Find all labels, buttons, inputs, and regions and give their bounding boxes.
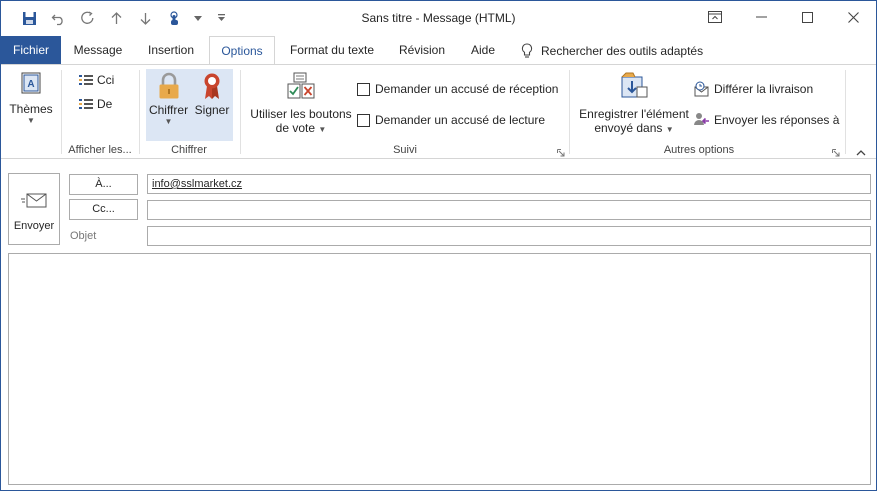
tell-me-search[interactable]: Rechercher des outils adaptés — [521, 36, 703, 65]
group-separator — [240, 70, 241, 154]
from-toggle-button[interactable]: De — [79, 97, 112, 111]
cc-button[interactable]: Cc... — [69, 199, 138, 220]
lightbulb-icon — [521, 42, 533, 58]
subject-label: Objet — [70, 230, 97, 242]
read-receipt-check[interactable] — [357, 114, 370, 128]
themes-label: Thèmes — [9, 102, 53, 116]
save-sent-folder-icon — [621, 72, 648, 98]
voting-label-line2: de vote — [275, 121, 316, 135]
direct-replies-label: Envoyer les réponses à — [714, 113, 840, 127]
sign-button[interactable]: Signer — [191, 69, 233, 141]
to-field[interactable]: info@sslmarket.cz — [147, 174, 871, 194]
voting-dropdown-icon: ▼ — [318, 125, 327, 134]
tracking-dialog-launcher-icon[interactable] — [557, 146, 565, 160]
from-label: De — [97, 97, 113, 111]
delivery-receipt-checkbox[interactable]: Demander un accusé de réception — [357, 82, 559, 97]
cc-field[interactable] — [147, 200, 871, 220]
certificate-ribbon-icon — [204, 73, 220, 99]
reply-person-icon — [694, 113, 709, 125]
delivery-receipt-label: Demander un accusé de réception — [375, 82, 559, 96]
encrypt-button[interactable]: Chiffrer ▼ — [146, 69, 191, 141]
group-separator — [845, 70, 846, 154]
tab-insert[interactable]: Insertion — [139, 36, 203, 65]
svg-text:A: A — [27, 79, 34, 90]
send-envelope-icon — [21, 193, 47, 208]
voting-label-line1: Utiliser les boutons — [250, 107, 352, 121]
list-fields-icon — [79, 75, 93, 85]
send-label: Envoyer — [13, 220, 55, 232]
ribbon-display-options-icon[interactable] — [692, 1, 738, 33]
save-sent-item-button[interactable]: Enregistrer l'élément envoyé dans ▼ — [577, 71, 691, 143]
collapse-ribbon-icon[interactable] — [856, 145, 866, 159]
group-separator — [139, 70, 140, 154]
subject-field[interactable] — [147, 226, 871, 246]
bcc-label: Cci — [97, 73, 115, 87]
more-options-group-label: Autres options — [663, 144, 735, 156]
themes-dropdown-icon: ▼ — [27, 116, 35, 125]
to-recipient[interactable]: info@sslmarket.cz — [152, 178, 242, 190]
themes-icon: A — [21, 72, 41, 94]
tab-help[interactable]: Aide — [463, 36, 503, 65]
delay-delivery-label: Différer la livraison — [714, 82, 814, 96]
lock-icon — [159, 72, 178, 99]
encrypt-group-label: Chiffrer — [171, 144, 207, 156]
clock-envelope-icon — [694, 81, 709, 97]
tab-options[interactable]: Options — [209, 36, 275, 66]
sign-label: Signer — [194, 103, 230, 117]
voting-icon — [287, 72, 315, 99]
minimize-icon[interactable] — [738, 1, 784, 33]
encrypt-dropdown-icon: ▼ — [164, 117, 173, 126]
voting-buttons-button[interactable]: Utiliser les boutons de vote ▼ — [247, 71, 355, 143]
maximize-icon[interactable] — [784, 1, 830, 33]
to-button[interactable]: À... — [69, 174, 138, 195]
message-body[interactable] — [8, 253, 871, 485]
show-fields-group-label: Afficher les... — [68, 144, 132, 156]
delay-delivery-button[interactable]: Différer la livraison — [694, 81, 813, 97]
tab-message[interactable]: Message — [67, 36, 129, 65]
save-sent-dropdown-icon: ▼ — [665, 125, 674, 134]
group-separator — [61, 70, 62, 154]
tab-format-text[interactable]: Format du texte — [283, 36, 381, 65]
tab-file[interactable]: Fichier — [1, 36, 61, 65]
outlook-compose-window: Sans titre - Message (HTML) Fichier Mess… — [0, 0, 877, 491]
direct-replies-button[interactable]: Envoyer les réponses à — [694, 112, 839, 128]
close-icon[interactable] — [830, 1, 876, 33]
save-sent-label-line1: Enregistrer l'élément — [579, 107, 689, 121]
read-receipt-label: Demander un accusé de lecture — [375, 113, 546, 127]
tracking-group-label: Suivi — [393, 144, 417, 156]
tab-review[interactable]: Révision — [391, 36, 453, 65]
bcc-toggle-button[interactable]: Cci — [79, 73, 114, 87]
read-receipt-checkbox[interactable]: Demander un accusé de lecture — [357, 113, 546, 128]
group-separator — [569, 70, 570, 154]
themes-button[interactable]: A Thèmes ▼ — [7, 69, 55, 141]
ribbon: A Thèmes ▼ Cci De Afficher les... Chiffr… — [1, 64, 876, 159]
more-options-dialog-launcher-icon[interactable] — [832, 146, 840, 160]
list-fields-icon — [79, 99, 93, 109]
save-sent-label-line2: envoyé dans — [594, 121, 663, 135]
title-bar: Sans titre - Message (HTML) — [1, 1, 876, 35]
encrypt-label: Chiffrer — [148, 103, 189, 117]
tell-me-label: Rechercher des outils adaptés — [541, 43, 704, 58]
send-button[interactable]: Envoyer — [8, 173, 60, 245]
delivery-receipt-check[interactable] — [357, 83, 370, 97]
ribbon-tabs: Fichier Message Insertion Options Format… — [1, 36, 876, 66]
